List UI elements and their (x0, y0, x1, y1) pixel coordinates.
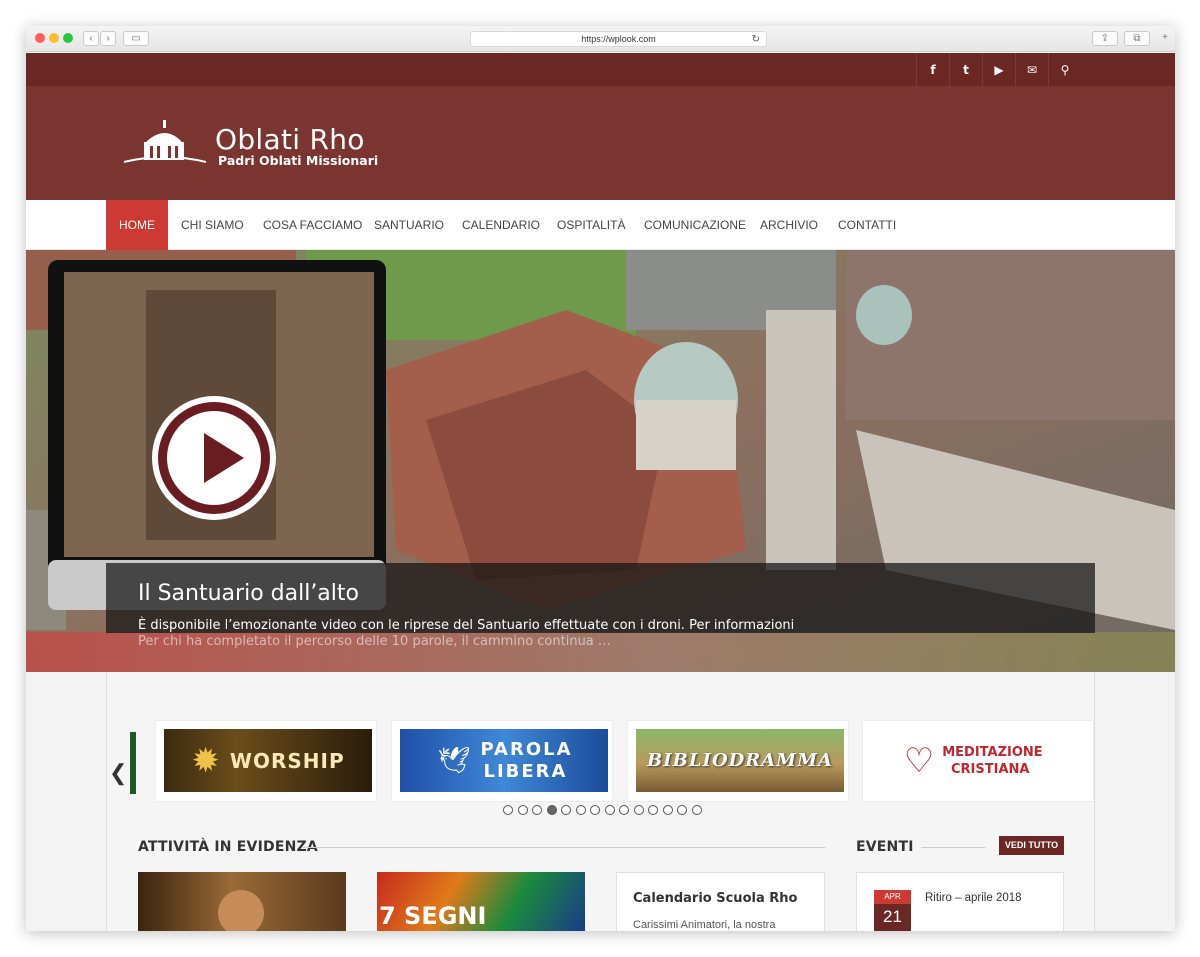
carousel-page-dot[interactable] (517, 805, 528, 815)
carousel-page-dot[interactable] (546, 805, 557, 815)
mail-icon-glyph: ✉ (1026, 62, 1038, 77)
worship-banner[interactable]: ✹ WORSHIP (164, 729, 372, 792)
main-nav: HOME CHI SIAMO COSA FACCIAMO SANTUARIO C… (26, 200, 1175, 250)
close-window-icon[interactable] (35, 33, 45, 43)
share-icon[interactable]: ⇪ (1092, 31, 1118, 46)
banner-label: PAROLA LIBERA (480, 738, 573, 782)
banner-label: BIBLIODRAMMA (647, 750, 833, 771)
hero-title[interactable]: Il Santuario dall’alto (138, 581, 359, 606)
bibliodramma-banner[interactable]: BIBLIODRAMMA (636, 729, 844, 792)
dove-icon: 🕊 (437, 745, 471, 775)
banner-card[interactable]: ✹ WORSHIP (155, 720, 377, 802)
post-title[interactable]: Calendario Scuola Rho (633, 891, 797, 906)
post-excerpt: Carissimi Animatori, la nostra (633, 919, 776, 931)
youtube-icon[interactable]: ▶ (982, 53, 1015, 86)
banner-card[interactable]: ♡ MEDITAZIONE CRISTIANA (862, 720, 1094, 802)
address-bar[interactable]: https://wplook.com ↻ (470, 31, 767, 47)
vedi-tutto-button[interactable]: VEDI TUTTO (999, 836, 1064, 855)
forward-icon[interactable]: › (100, 31, 116, 46)
carousel-prev-icon[interactable]: ❮ (109, 760, 127, 786)
nav-item-chi-siamo[interactable]: CHI SIAMO (181, 200, 244, 250)
facebook-icon[interactable]: f (916, 53, 949, 86)
search-icon[interactable]: ⚲ (1048, 53, 1081, 86)
browser-window: ‹ › ▭ https://wplook.com ↻ ⇪ ⧉ + f t ▶ ✉ ⚲ O… (26, 26, 1175, 931)
site-subtitle: Padri Oblati Missionari (218, 153, 379, 168)
reload-icon[interactable]: ↻ (752, 32, 760, 47)
new-tab-icon[interactable]: + (1157, 31, 1173, 46)
activity-image-icon[interactable] (138, 872, 346, 931)
segni-label: 7 SEGNI (379, 902, 487, 930)
carousel-page-dot[interactable] (590, 805, 600, 815)
tabs-icon[interactable]: ⧉ (1124, 31, 1150, 46)
nav-item-home[interactable]: HOME (106, 200, 168, 250)
post-card[interactable]: Calendario Scuola Rho Carissimi Animator… (616, 872, 825, 931)
banner-label: MEDITAZIONE CRISTIANA (942, 744, 1043, 777)
activities-heading: ATTIVITÀ IN EVIDENZA (138, 839, 318, 855)
twitter-icon-glyph: t (963, 62, 969, 77)
carousel-page-dot[interactable] (677, 805, 687, 815)
nav-item-archivio[interactable]: ARCHIVIO (760, 200, 818, 250)
events-heading: EVENTI (856, 839, 914, 855)
nav-item-santuario[interactable]: SANTUARIO (374, 200, 444, 250)
divider (921, 847, 985, 848)
event-title[interactable]: Ritiro – aprile 2018 (925, 892, 1022, 904)
url-text: https://wplook.com (581, 34, 656, 44)
monstrance-icon: ✹ (191, 741, 220, 780)
back-icon[interactable]: ‹ (83, 31, 99, 46)
site-title[interactable]: Oblati Rho (215, 123, 365, 156)
nav-item-calendario[interactable]: CALENDARIO (462, 200, 540, 250)
top-bar: f t ▶ ✉ ⚲ (26, 53, 1175, 86)
carousel-page-dot[interactable] (662, 805, 673, 815)
event-day: 21 (883, 907, 902, 926)
zoom-window-icon[interactable] (63, 33, 73, 43)
segni-image[interactable]: 7 SEGNI (377, 872, 585, 931)
carousel-page-dot[interactable] (691, 805, 702, 815)
play-icon (152, 396, 276, 520)
carousel-page-dot[interactable] (532, 805, 542, 815)
facebook-icon-glyph: f (930, 62, 936, 77)
carousel-page-dot[interactable] (575, 805, 586, 815)
hero-slider[interactable]: Il Santuario dall’alto È disponibile l’e… (26, 250, 1175, 672)
nav-item-contatti[interactable]: CONTATTI (838, 200, 896, 250)
banner-card[interactable]: BIBLIODRAMMA (627, 720, 849, 802)
carousel-page-dot[interactable] (633, 805, 644, 815)
carousel-page-dot[interactable] (503, 805, 513, 815)
nav-item-ospitalita[interactable]: OSPITALITÀ (557, 200, 625, 250)
banner-label: WORSHIP (229, 748, 345, 773)
banner-partial (130, 732, 136, 794)
hero-next-text: Per chi ha completato il percorso delle … (138, 634, 611, 649)
carousel-page-dot[interactable] (648, 805, 658, 815)
nav-item-cosa-facciamo[interactable]: COSA FACCIAMO (263, 200, 362, 250)
event-month: APR (874, 890, 911, 904)
twitter-icon[interactable]: t (949, 53, 982, 86)
minimize-window-icon[interactable] (49, 33, 59, 43)
meditazione-banner[interactable]: ♡ MEDITAZIONE CRISTIANA (871, 729, 1071, 792)
carousel-page-dot[interactable] (619, 805, 629, 815)
sidebar-toggle-icon[interactable]: ▭ (123, 31, 149, 46)
search-icon-glyph: ⚲ (1060, 62, 1070, 77)
browser-toolbar: ‹ › ▭ https://wplook.com ↻ ⇪ ⧉ + (26, 26, 1175, 52)
banner-card[interactable]: 🕊 PAROLA LIBERA (391, 720, 613, 802)
divider (303, 847, 825, 848)
event-date-badge: APR 21 (874, 890, 911, 931)
hero-caption: Il Santuario dall’alto È disponibile l’e… (106, 563, 1095, 633)
logo-dome-icon[interactable] (122, 118, 208, 166)
site-header: Oblati Rho Padri Oblati Missionari (26, 86, 1175, 200)
carousel-page-dot[interactable] (561, 805, 571, 815)
mail-icon[interactable]: ✉ (1015, 53, 1048, 86)
youtube-icon-glyph: ▶ (994, 62, 1004, 77)
carousel-page-dot[interactable] (604, 805, 615, 815)
parola-libera-banner[interactable]: 🕊 PAROLA LIBERA (400, 729, 608, 792)
content-area: ❮ ❯ ✹ WORSHIP 🕊 PAROLA LIBERA BIBLIODRAM… (106, 672, 1095, 931)
heart-globe-icon: ♡ (903, 741, 935, 780)
hero-text: È disponibile l’emozionante video con le… (138, 618, 795, 633)
nav-item-comunicazione[interactable]: COMUNICAZIONE (644, 200, 746, 250)
event-card[interactable]: APR 21 Ritiro – aprile 2018 (856, 872, 1064, 931)
